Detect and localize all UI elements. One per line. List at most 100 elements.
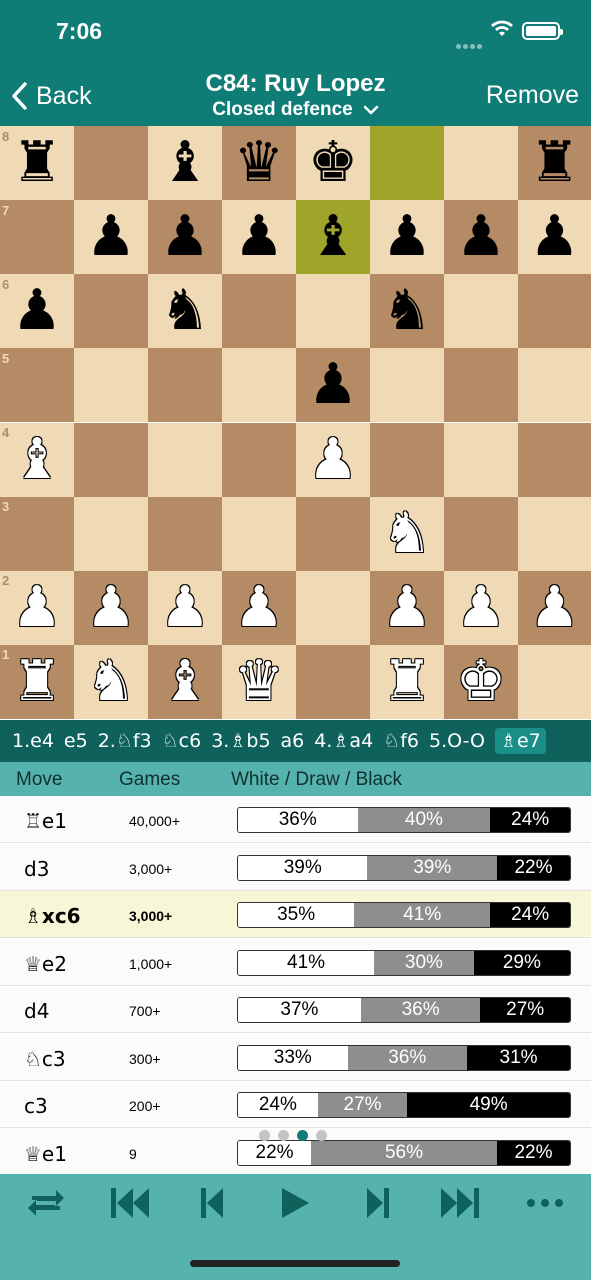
square-a8[interactable]: ♜	[0, 126, 74, 200]
black-knight-piece[interactable]: ♞	[160, 283, 210, 339]
table-row[interactable]: ♖e1 40,000+ 36% 40% 24%	[0, 796, 591, 843]
square-b3[interactable]	[74, 497, 148, 571]
square-f3[interactable]: ♞	[370, 497, 444, 571]
black-rook-piece[interactable]: ♜	[529, 135, 579, 191]
square-g5[interactable]	[444, 348, 518, 422]
white-pawn-piece[interactable]: ♟	[12, 580, 62, 636]
square-h8[interactable]: ♜	[518, 126, 591, 200]
square-b2[interactable]: ♟	[74, 571, 148, 645]
table-row[interactable]: ♘c3 300+ 33% 36% 31%	[0, 1033, 591, 1081]
square-h6[interactable]	[518, 274, 591, 348]
back-button[interactable]: Back	[10, 79, 92, 113]
white-knight-piece[interactable]: ♞	[86, 654, 136, 710]
page-indicator[interactable]	[259, 1130, 327, 1141]
square-a4[interactable]: ♝	[0, 423, 74, 497]
white-pawn-piece[interactable]: ♟	[234, 580, 284, 636]
page-dot[interactable]	[259, 1130, 270, 1141]
black-pawn-piece[interactable]: ♟	[382, 209, 432, 265]
square-c8[interactable]: ♝	[148, 126, 222, 200]
square-h7[interactable]: ♟	[518, 200, 591, 274]
square-e7[interactable]: ♝	[296, 200, 370, 274]
black-bishop-piece[interactable]: ♝	[160, 135, 210, 191]
remove-button[interactable]: Remove	[486, 81, 579, 110]
white-pawn-piece[interactable]: ♟	[456, 580, 506, 636]
black-pawn-piece[interactable]: ♟	[86, 209, 136, 265]
last-move-button[interactable]	[438, 1184, 482, 1222]
white-pawn-piece[interactable]: ♟	[382, 580, 432, 636]
square-d2[interactable]: ♟	[222, 571, 296, 645]
square-b6[interactable]	[74, 274, 148, 348]
first-move-button[interactable]	[108, 1184, 152, 1222]
square-b8[interactable]	[74, 126, 148, 200]
square-c6[interactable]: ♞	[148, 274, 222, 348]
square-b5[interactable]	[74, 348, 148, 422]
table-row[interactable]: ♕e2 1,000+ 41% 30% 29%	[0, 938, 591, 986]
square-g2[interactable]: ♟	[444, 571, 518, 645]
square-h2[interactable]: ♟	[518, 571, 591, 645]
square-f6[interactable]: ♞	[370, 274, 444, 348]
table-row[interactable]: ♗xc6 3,000+ 35% 41% 24%	[0, 891, 591, 938]
black-knight-piece[interactable]: ♞	[382, 283, 432, 339]
move-item[interactable]: 2.♘f3	[98, 730, 152, 752]
table-row[interactable]: d4 700+ 37% 36% 27%	[0, 986, 591, 1033]
square-f5[interactable]	[370, 348, 444, 422]
square-f4[interactable]	[370, 423, 444, 497]
square-c5[interactable]	[148, 348, 222, 422]
chess-board[interactable]: ♜ ♝ ♛ ♚ ♜ ♟ ♟ ♟ ♝ ♟ ♟ ♟ ♟ ♞ ♞ ♟ ♝ ♟ ♞ ♟ ♟ ♟ ♟ ♟ ♟ ♟ ♜ ♞ ♝ ♛ ♜ ♚ 8 7 6 5 4 3 2 1…	[0, 126, 591, 720]
white-king-piece[interactable]: ♚	[456, 654, 506, 710]
move-item[interactable]: ♘c6	[162, 730, 202, 752]
move-item[interactable]: 4.♗a4	[314, 730, 373, 752]
white-queen-piece[interactable]: ♛	[234, 654, 284, 710]
black-pawn-piece[interactable]: ♟	[308, 357, 358, 413]
square-a6[interactable]: ♟	[0, 274, 74, 348]
square-h5[interactable]	[518, 348, 591, 422]
square-c7[interactable]: ♟	[148, 200, 222, 274]
white-pawn-piece[interactable]: ♟	[160, 580, 210, 636]
table-row[interactable]: d3 3,000+ 39% 39% 22%	[0, 843, 591, 891]
square-e8[interactable]: ♚	[296, 126, 370, 200]
black-king-piece[interactable]: ♚	[308, 135, 358, 191]
square-e3[interactable]	[296, 497, 370, 571]
square-g6[interactable]	[444, 274, 518, 348]
white-bishop-piece[interactable]: ♝	[160, 654, 210, 710]
square-b4[interactable]	[74, 423, 148, 497]
page-dot[interactable]	[316, 1130, 327, 1141]
move-item[interactable]: 5.O-O	[429, 730, 485, 752]
white-rook-piece[interactable]: ♜	[12, 654, 62, 710]
square-e5[interactable]: ♟	[296, 348, 370, 422]
move-item[interactable]: e5	[64, 730, 88, 752]
move-item[interactable]: a6	[281, 730, 305, 752]
black-pawn-piece[interactable]: ♟	[160, 209, 210, 265]
page-dot[interactable]	[297, 1130, 308, 1141]
square-f7[interactable]: ♟	[370, 200, 444, 274]
move-item[interactable]: 3.♗b5	[211, 730, 270, 752]
next-move-button[interactable]	[356, 1184, 400, 1222]
square-d7[interactable]: ♟	[222, 200, 296, 274]
square-c2[interactable]: ♟	[148, 571, 222, 645]
table-row[interactable]: c3 200+ 24% 27% 49%	[0, 1081, 591, 1128]
move-item[interactable]: ♘f6	[383, 730, 419, 752]
move-item[interactable]: ♗e7	[494, 728, 546, 754]
square-f8[interactable]	[370, 126, 444, 200]
square-e2[interactable]	[296, 571, 370, 645]
square-g3[interactable]	[444, 497, 518, 571]
move-item[interactable]: 1.e4	[12, 730, 54, 752]
square-g7[interactable]: ♟	[444, 200, 518, 274]
square-a3[interactable]	[0, 497, 74, 571]
square-e4[interactable]: ♟	[296, 423, 370, 497]
flip-board-button[interactable]	[24, 1184, 68, 1222]
square-h4[interactable]	[518, 423, 591, 497]
move-list[interactable]: 1.e4 e5 2.♘f3 ♘c6 3.♗b5 a6 4.♗a4 ♘f6 5.O-O ♗e7	[0, 720, 591, 762]
square-g4[interactable]	[444, 423, 518, 497]
white-pawn-piece[interactable]: ♟	[308, 432, 358, 488]
page-dot[interactable]	[278, 1130, 289, 1141]
square-a5[interactable]	[0, 348, 74, 422]
white-pawn-piece[interactable]: ♟	[86, 580, 136, 636]
black-pawn-piece[interactable]: ♟	[529, 209, 579, 265]
square-a7[interactable]	[0, 200, 74, 274]
black-pawn-piece[interactable]: ♟	[12, 283, 62, 339]
previous-move-button[interactable]	[190, 1184, 234, 1222]
square-c3[interactable]	[148, 497, 222, 571]
square-d6[interactable]	[222, 274, 296, 348]
black-pawn-piece[interactable]: ♟	[234, 209, 284, 265]
